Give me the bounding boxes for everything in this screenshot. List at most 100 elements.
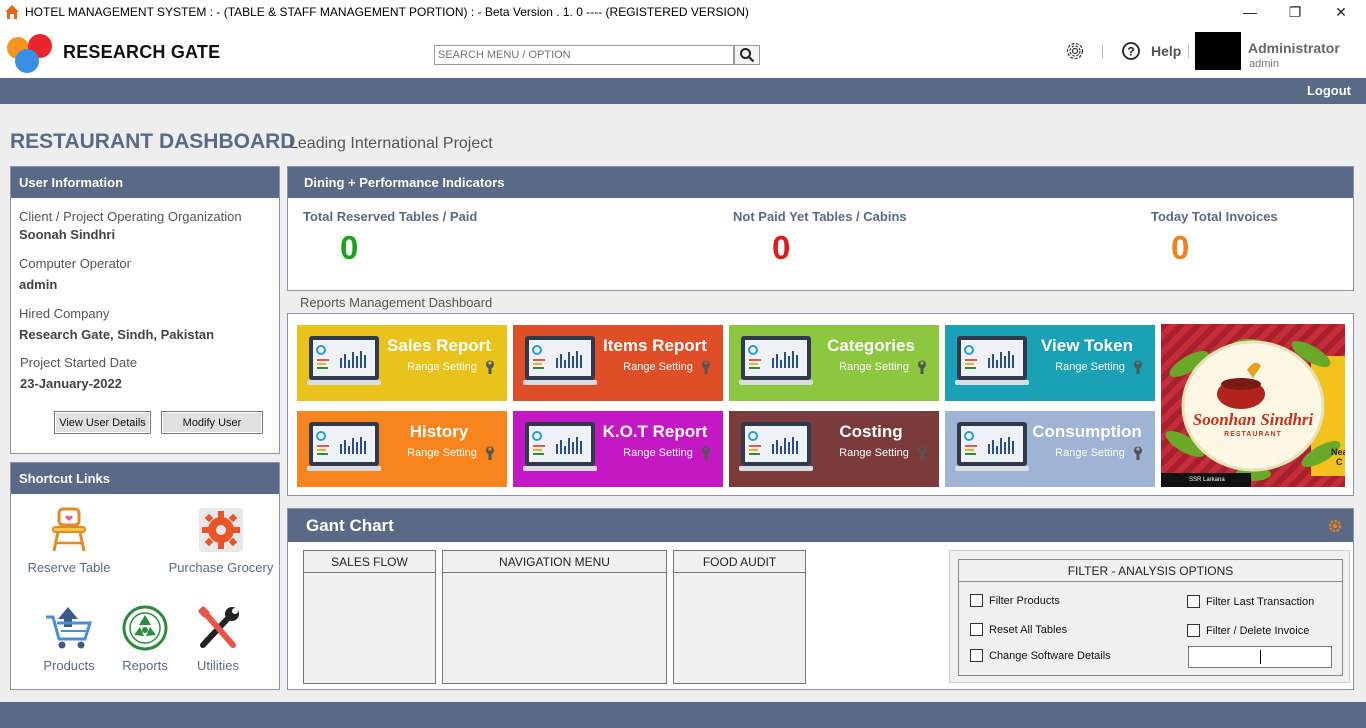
report-tile-sales-report[interactable]: Sales Report Range Setting (297, 325, 507, 401)
wrench-icon[interactable] (1131, 360, 1145, 374)
checkbox-box[interactable] (970, 649, 983, 662)
utilities-label: Utilities (197, 658, 239, 673)
promo-artwork-icon (1161, 324, 1345, 487)
wrench-icon[interactable] (699, 360, 713, 374)
operator-value: admin (19, 277, 58, 292)
wrench-icon[interactable] (699, 446, 713, 460)
monitor-chart-icon (739, 422, 813, 471)
tile-title: Items Report (603, 336, 707, 355)
range-setting-link[interactable]: Range Setting (1045, 361, 1135, 373)
navigation-menu-box: NAVIGATION MENU (442, 550, 667, 684)
tile-title: Costing (839, 422, 903, 441)
search-button[interactable] (734, 45, 760, 65)
kpi-heading: Dining + Performance Indicators (288, 167, 1353, 198)
wrench-icon[interactable] (483, 360, 497, 374)
checkbox-box[interactable] (970, 594, 983, 607)
avatar[interactable] (1195, 32, 1241, 70)
client-label: Client / Project Operating Organization (19, 209, 242, 224)
range-setting-link[interactable]: Range Setting (397, 361, 487, 373)
sales-flow-box: SALES FLOW (303, 550, 436, 684)
help-icon[interactable]: ? (1121, 41, 1141, 61)
shortcut-reports[interactable]: Reports (110, 605, 180, 673)
tile-title: View Token (1041, 336, 1133, 355)
reports-icon (122, 605, 168, 651)
kpi-invoices-label: Today Total Invoices (1151, 209, 1278, 224)
report-tile-consumption[interactable]: Consumption Range Setting (945, 411, 1155, 487)
tile-title: History (409, 422, 469, 441)
shortcut-links-heading: Shortcut Links (11, 463, 279, 494)
shortcut-reserve-table[interactable]: Reserve Table (19, 507, 119, 575)
app-house-icon (5, 5, 19, 19)
checkbox-box[interactable] (1187, 624, 1200, 637)
change-software-details-checkbox[interactable]: Change Software Details (970, 649, 1111, 662)
checkbox-box[interactable] (1187, 595, 1200, 608)
promo-tagline: RESTAURANT (1224, 431, 1282, 438)
checkbox-label: Reset All Tables (989, 623, 1068, 636)
products-cart-icon (46, 607, 93, 649)
gant-chart-panel: Gant Chart SALES FLOW NAVIGATION MENU FO… (287, 508, 1354, 690)
reserve-table-label: Reserve Table (27, 560, 111, 575)
shortcut-purchase-grocery[interactable]: Purchase Grocery (166, 507, 276, 575)
report-tile-costing[interactable]: Costing Range Setting (729, 411, 939, 487)
promo-side-text: Nea (1331, 447, 1345, 457)
app-header: RESEARCH GATE ? Help Administrator admin (0, 24, 1366, 78)
help-link[interactable]: Help (1151, 43, 1181, 59)
shortcut-links-panel: Shortcut Links Reserve Table Purchase Gr… (10, 462, 280, 690)
header-divider (1102, 44, 1103, 58)
wrench-icon[interactable] (915, 446, 929, 460)
report-tile-history[interactable]: History Range Setting (297, 411, 507, 487)
monitor-chart-icon (739, 336, 813, 385)
settings-gear-icon[interactable] (1327, 518, 1343, 534)
monitor-chart-icon (307, 422, 381, 471)
filter-products-checkbox[interactable]: Filter Products (970, 594, 1060, 607)
report-tile-items-report[interactable]: Items Report Range Setting (513, 325, 723, 401)
modify-user-button[interactable]: Modify User (161, 411, 263, 434)
promo-brand-text: Soonhan Sindhri (1192, 410, 1314, 429)
minimize-button[interactable]: — (1227, 0, 1273, 24)
filter-options-box: FILTER - ANALYSIS OPTIONS Filter Product… (958, 559, 1343, 676)
window-title: HOTEL MANAGEMENT SYSTEM : - (TABLE & STA… (25, 5, 749, 19)
range-setting-link[interactable]: Range Setting (613, 361, 703, 373)
range-setting-link[interactable]: Range Setting (829, 447, 919, 459)
report-tile-categories[interactable]: Categories Range Setting (729, 325, 939, 401)
report-tile-k-o-t-report[interactable]: K.O.T Report Range Setting (513, 411, 723, 487)
search-icon (740, 48, 755, 63)
brand-name: RESEARCH GATE (63, 42, 221, 62)
view-user-details-button[interactable]: View User Details (54, 411, 151, 434)
range-setting-link[interactable]: Range Setting (397, 447, 487, 459)
navigation-menu-title: NAVIGATION MENU (443, 551, 666, 573)
wrench-icon[interactable] (483, 446, 497, 460)
range-setting-link[interactable]: Range Setting (1045, 447, 1135, 459)
shortcut-products[interactable]: Products (29, 605, 109, 673)
wrench-icon[interactable] (1131, 446, 1145, 460)
search-input[interactable] (434, 45, 734, 65)
wrench-icon[interactable] (915, 360, 929, 374)
shortcut-utilities[interactable]: Utilities (183, 605, 253, 673)
monitor-chart-icon (523, 422, 597, 471)
text-caret (1260, 650, 1261, 664)
tile-title: K.O.T Report (602, 422, 708, 441)
window-titlebar: HOTEL MANAGEMENT SYSTEM : - (TABLE & STA… (0, 0, 1366, 24)
reset-all-tables-checkbox[interactable]: Reset All Tables (970, 623, 1067, 636)
filter-text-input[interactable] (1188, 646, 1332, 668)
client-value: Soonah Sindhri (19, 227, 116, 242)
monitor-chart-icon (523, 336, 597, 385)
sales-flow-title: SALES FLOW (304, 551, 435, 573)
products-label: Products (43, 658, 95, 673)
range-setting-link[interactable]: Range Setting (829, 361, 919, 373)
fingerprint-icon[interactable] (1065, 41, 1085, 61)
top-nav-bar: Logout (0, 78, 1366, 104)
report-tile-view-token[interactable]: View Token Range Setting (945, 325, 1155, 401)
svg-text:?: ? (1127, 45, 1134, 59)
checkbox-label: Change Software Details (989, 649, 1111, 662)
range-setting-link[interactable]: Range Setting (613, 447, 703, 459)
monitor-chart-icon (955, 422, 1029, 471)
filter-options-panel: FILTER - ANALYSIS OPTIONS Filter Product… (949, 550, 1350, 683)
restaurant-promo-banner: Soonhan Sindhri RESTAURANT Nea C SSR Lar… (1161, 324, 1345, 487)
close-button[interactable]: ✕ (1318, 0, 1364, 24)
checkbox-box[interactable] (970, 623, 983, 636)
filter-last-transaction-checkbox[interactable]: Filter Last Transaction (1187, 595, 1314, 608)
filter-delete-invoice-checkbox[interactable]: Filter / Delete Invoice (1187, 624, 1309, 637)
logout-link[interactable]: Logout (1307, 83, 1351, 98)
maximize-button[interactable]: ❐ (1272, 0, 1318, 24)
